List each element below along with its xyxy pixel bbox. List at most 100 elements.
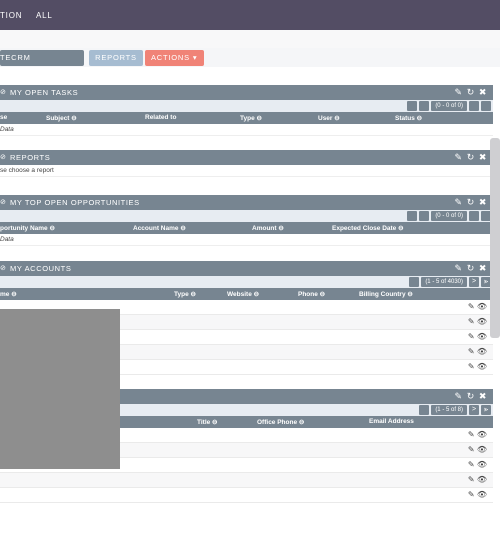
- next-page-button[interactable]: [469, 211, 479, 221]
- column-header[interactable]: Subject ⊖: [46, 114, 77, 122]
- edit-icon[interactable]: ✎: [468, 430, 475, 439]
- column-header[interactable]: Office Phone ⊖: [257, 418, 304, 426]
- edit-icon[interactable]: ✎: [455, 87, 463, 97]
- table-header: se Subject ⊖ Related to Type ⊖ User ⊖ St…: [0, 112, 493, 124]
- column-header[interactable]: Type ⊖: [240, 114, 262, 122]
- view-icon[interactable]: 👁: [477, 490, 487, 499]
- close-icon[interactable]: ✖: [479, 87, 487, 97]
- dashlet-title: MY ACCOUNTS: [10, 264, 72, 273]
- last-page-button[interactable]: ⪢: [481, 405, 491, 415]
- pagination-bar: (0 - 0 of 0): [0, 210, 493, 222]
- dashlet-header: ⊘ REPORTS ✎ ↻ ✖: [0, 150, 493, 165]
- column-header[interactable]: Account Name ⊖: [133, 224, 186, 232]
- column-header[interactable]: Billing Country ⊖: [359, 290, 413, 298]
- edit-icon[interactable]: ✎: [468, 460, 475, 469]
- view-icon[interactable]: 👁: [477, 445, 487, 454]
- table-row[interactable]: ✎ 👁: [0, 488, 493, 503]
- refresh-icon[interactable]: ↻: [467, 391, 475, 401]
- next-page-button[interactable]: >: [469, 277, 479, 287]
- table-row[interactable]: ✎ 👁: [0, 473, 493, 488]
- pagination-info: (1 - 5 of 4030): [421, 277, 467, 287]
- prev-page-button[interactable]: [419, 211, 430, 221]
- nav-item-all[interactable]: ALL: [36, 11, 53, 20]
- actions-dropdown-button[interactable]: ACTIONS ▾: [145, 50, 204, 66]
- edit-icon[interactable]: ✎: [468, 490, 475, 499]
- edit-icon[interactable]: ✎: [468, 445, 475, 454]
- dashlet-header: ⊘ MY ACCOUNTS ✎ ↻ ✖: [0, 261, 493, 276]
- pagination-info: (0 - 0 of 0): [431, 211, 467, 221]
- tab-reports[interactable]: REPORTS: [89, 50, 143, 66]
- column-header[interactable]: Related to: [145, 114, 176, 121]
- refresh-icon[interactable]: ↻: [467, 152, 475, 162]
- edit-icon[interactable]: ✎: [468, 475, 475, 484]
- column-header[interactable]: Expected Close Date ⊖: [332, 224, 404, 232]
- view-icon[interactable]: 👁: [477, 347, 487, 356]
- next-page-button[interactable]: >: [469, 405, 479, 415]
- view-icon[interactable]: 👁: [477, 302, 487, 311]
- edit-icon[interactable]: ✎: [468, 347, 475, 356]
- dashlet-title: REPORTS: [10, 153, 51, 162]
- no-data-text: Data: [0, 234, 493, 246]
- pagination-bar: (1 - 5 of 4030) > ⪢: [0, 276, 493, 288]
- edit-icon[interactable]: ✎: [468, 317, 475, 326]
- dashlet-title: MY TOP OPEN OPPORTUNITIES: [10, 198, 140, 207]
- column-header[interactable]: se: [0, 114, 7, 121]
- column-header[interactable]: Email Address: [369, 418, 414, 425]
- column-header[interactable]: Website ⊖: [227, 290, 259, 298]
- pagination-bar: (0 - 0 of 0): [0, 100, 493, 112]
- redacted-overlay: [0, 309, 120, 469]
- sub-band: [0, 30, 500, 48]
- prev-page-button[interactable]: [409, 277, 420, 287]
- edit-icon[interactable]: ✎: [468, 332, 475, 341]
- column-header[interactable]: Status ⊖: [395, 114, 422, 122]
- accounts-icon: ⊘: [0, 265, 7, 272]
- column-header[interactable]: Phone ⊖: [298, 290, 325, 298]
- dashlet-open-tasks: ⊘ MY OPEN TASKS ✎ ↻ ✖ (0 - 0 of 0) se Subj…: [0, 85, 493, 136]
- view-icon[interactable]: 👁: [477, 475, 487, 484]
- close-icon[interactable]: ✖: [479, 152, 487, 162]
- table-header: me ⊖ Type ⊖ Website ⊖ Phone ⊖ Billing Co…: [0, 288, 493, 300]
- no-data-text: Data: [0, 124, 493, 136]
- refresh-icon[interactable]: ↻: [467, 87, 475, 97]
- column-header[interactable]: Title ⊖: [197, 418, 218, 426]
- view-icon[interactable]: 👁: [477, 460, 487, 469]
- pagination-info: (1 - 5 of 8): [431, 405, 467, 415]
- first-page-button[interactable]: [407, 211, 418, 221]
- refresh-icon[interactable]: ↻: [467, 263, 475, 273]
- close-icon[interactable]: ✖: [479, 197, 487, 207]
- column-header[interactable]: Amount ⊖: [252, 224, 284, 232]
- view-icon[interactable]: 👁: [477, 362, 487, 371]
- refresh-icon[interactable]: ↻: [467, 197, 475, 207]
- dashlet-reports: ⊘ REPORTS ✎ ↻ ✖ se choose a report: [0, 150, 493, 177]
- close-icon[interactable]: ✖: [479, 263, 487, 273]
- view-icon[interactable]: 👁: [477, 317, 487, 326]
- pagination-info: (0 - 0 of 0): [431, 101, 467, 111]
- reports-icon: ⊘: [0, 154, 7, 161]
- column-header[interactable]: me ⊖: [0, 290, 17, 298]
- edit-icon[interactable]: ✎: [468, 362, 475, 371]
- close-icon[interactable]: ✖: [479, 391, 487, 401]
- column-header[interactable]: Type ⊖: [174, 290, 196, 298]
- column-header[interactable]: User ⊖: [318, 114, 340, 122]
- nav-item-partial[interactable]: TION: [0, 11, 22, 20]
- dashlet-header: ⊘ MY TOP OPEN OPPORTUNITIES ✎ ↻ ✖: [0, 195, 493, 210]
- view-icon[interactable]: 👁: [477, 332, 487, 341]
- tab-dashboard[interactable]: TECRM DASHBOARD: [0, 50, 84, 78]
- scrollbar[interactable]: [490, 138, 500, 338]
- opportunities-icon: ⊘: [0, 199, 7, 206]
- report-message: se choose a report: [0, 165, 493, 177]
- edit-icon[interactable]: ✎: [455, 152, 463, 162]
- prev-page-button[interactable]: [419, 405, 430, 415]
- first-page-button[interactable]: [407, 101, 418, 111]
- prev-page-button[interactable]: [419, 101, 430, 111]
- edit-icon[interactable]: ✎: [455, 197, 463, 207]
- edit-icon[interactable]: ✎: [455, 391, 463, 401]
- edit-icon[interactable]: ✎: [455, 263, 463, 273]
- edit-icon[interactable]: ✎: [468, 302, 475, 311]
- last-page-button[interactable]: [481, 101, 491, 111]
- view-icon[interactable]: 👁: [477, 430, 487, 439]
- dashlet-title: MY OPEN TASKS: [10, 88, 79, 97]
- next-page-button[interactable]: [469, 101, 479, 111]
- column-header[interactable]: portunity Name ⊖: [0, 224, 55, 232]
- top-navigation-bar: TION ALL: [0, 0, 500, 30]
